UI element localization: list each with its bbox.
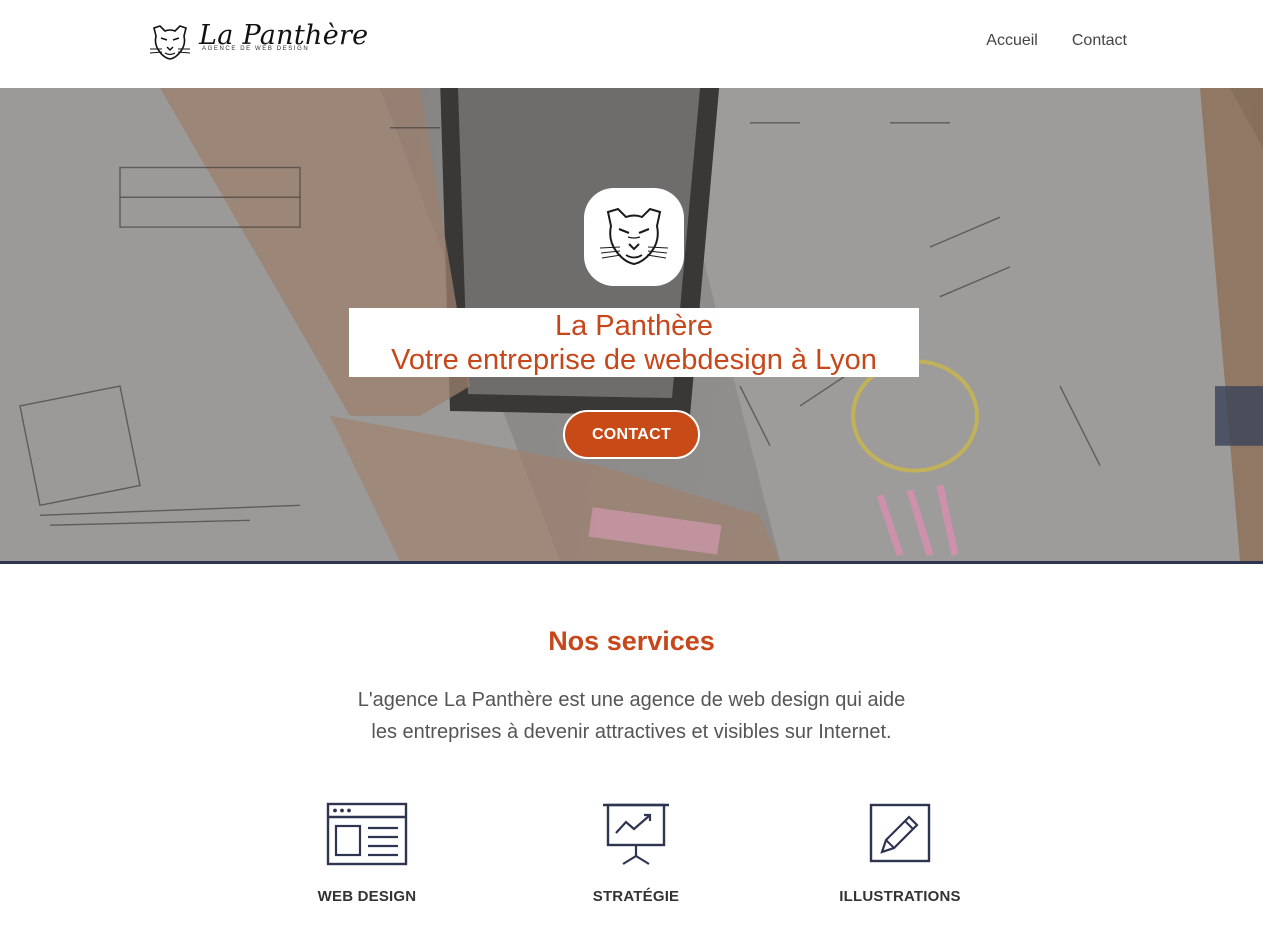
services-description: L'agence La Panthère est une agence de w…	[0, 684, 1263, 748]
nav-contact[interactable]: Contact	[1072, 32, 1127, 50]
service-strategie: STRATÉGIE	[536, 800, 736, 905]
service-label-illustrations: ILLUSTRATIONS	[839, 888, 961, 905]
browser-window-icon	[326, 802, 408, 866]
hero-section: La Panthère Votre entreprise de webdesig…	[0, 88, 1263, 564]
hero-title-line2: Votre entreprise de webdesign à Lyon	[391, 344, 877, 376]
pencil-square-icon	[869, 803, 931, 863]
contact-button[interactable]: CONTACT	[563, 410, 700, 459]
panther-head-icon	[599, 207, 669, 266]
site-logo[interactable]: La Panthère AGENCE DE WEB DESIGN	[148, 20, 368, 64]
presentation-chart-icon	[603, 803, 669, 865]
service-label-web-design: WEB DESIGN	[317, 888, 417, 905]
hero-title-line1: La Panthère	[554, 310, 713, 342]
logo-subtitle: AGENCE DE WEB DESIGN	[202, 46, 310, 52]
main-nav: Accueil Contact	[986, 32, 1127, 50]
service-label-strategie: STRATÉGIE	[592, 888, 680, 905]
panther-logo-icon	[149, 25, 191, 60]
hero-logo-badge	[584, 188, 684, 286]
service-web-design: WEB DESIGN	[267, 800, 467, 905]
nav-accueil[interactable]: Accueil	[986, 32, 1038, 50]
site-header: La Panthère AGENCE DE WEB DESIGN Accueil…	[0, 0, 1263, 88]
services-title: Nos services	[548, 626, 715, 656]
service-illustrations: ILLUSTRATIONS	[800, 800, 1000, 905]
services-desc-line1: L'agence La Panthère est une agence de w…	[357, 689, 906, 711]
hero-title: La Panthère Votre entreprise de webdesig…	[349, 308, 919, 377]
services-desc-line2: les entreprises à devenir attractives et…	[371, 721, 892, 743]
